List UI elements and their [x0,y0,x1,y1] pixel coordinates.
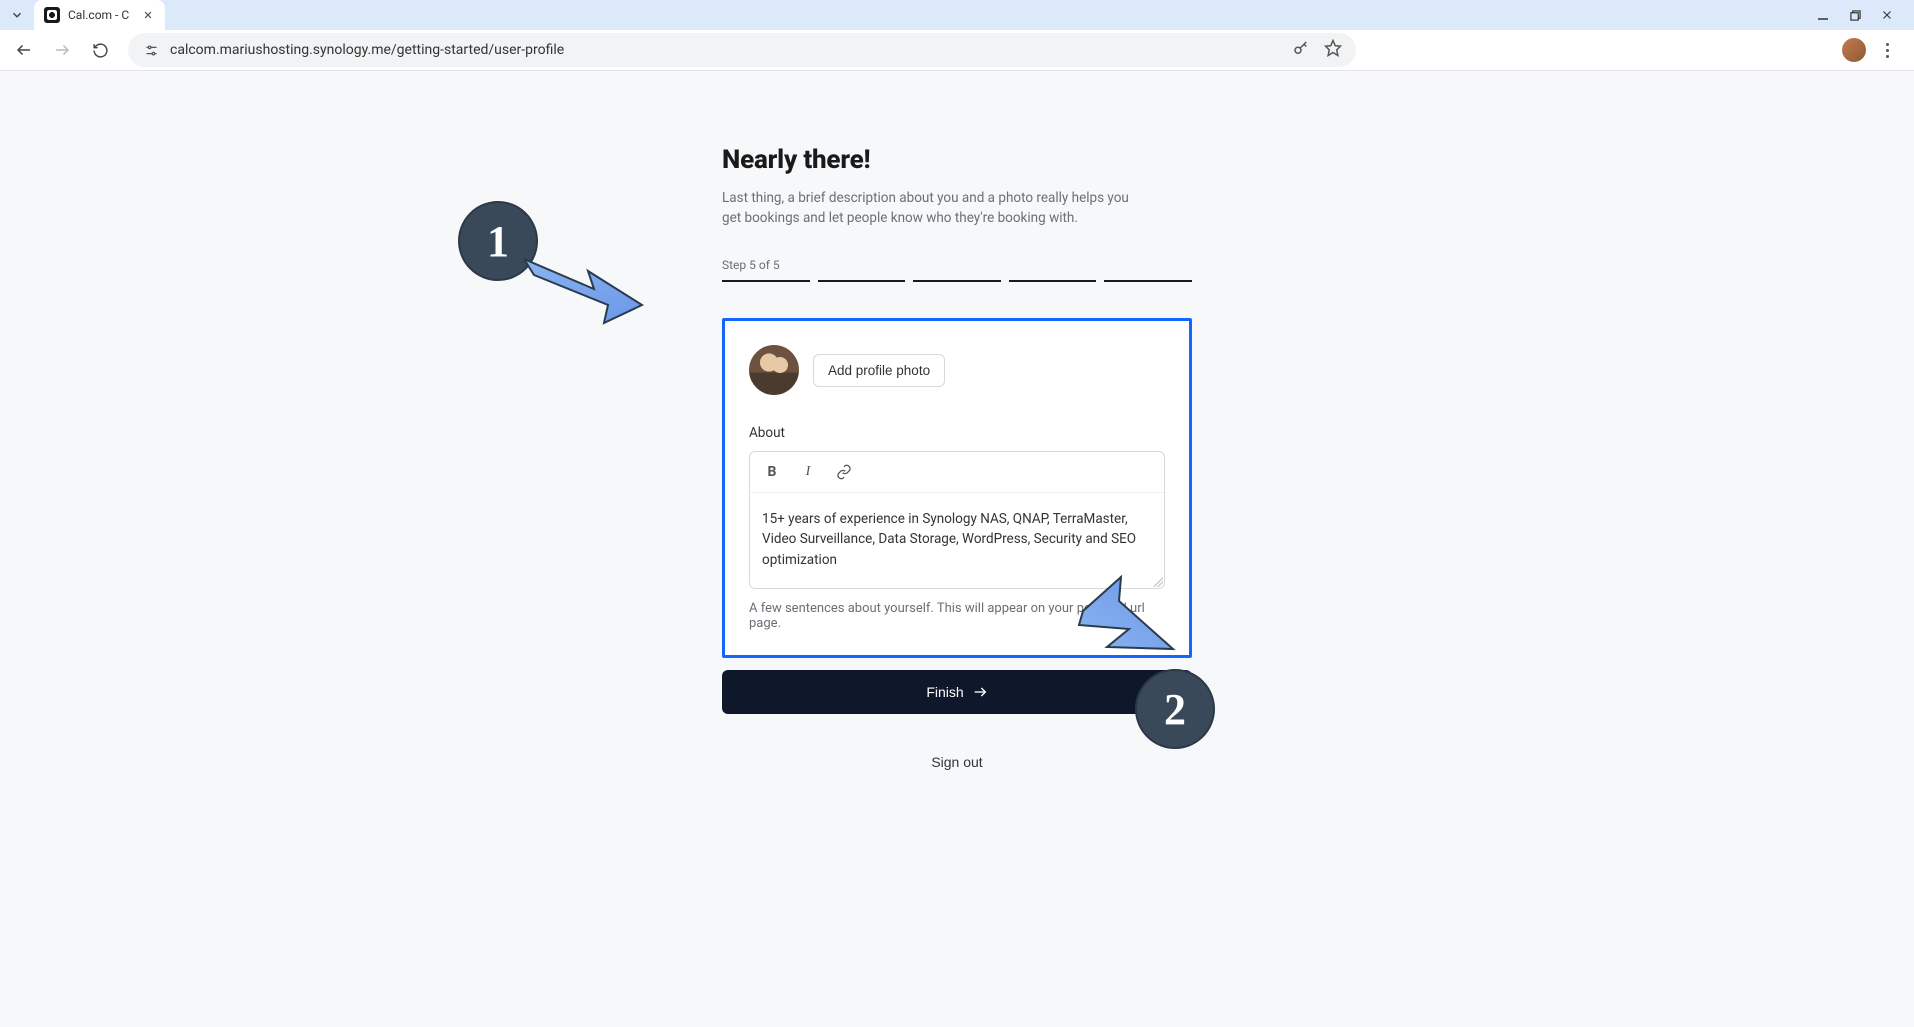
profile-avatar-icon[interactable] [1842,38,1866,62]
profile-form-card: Add profile photo About B I 15+ years of… [722,318,1192,658]
tabs-dropdown-icon[interactable] [4,2,30,28]
link-icon[interactable] [834,462,854,482]
reload-button[interactable] [84,34,116,66]
browser-toolbar: calcom.mariushosting.synology.me/getting… [0,30,1914,70]
browser-menu-icon[interactable] [1878,41,1896,59]
tab-close-icon[interactable] [141,8,155,22]
annotation-step-1: 1 [458,201,538,281]
page-subtitle: Last thing, a brief description about yo… [722,189,1142,228]
site-settings-icon[interactable] [142,41,160,59]
avatar[interactable] [749,345,799,395]
browser-tab[interactable]: Cal.com - C [34,0,165,30]
page-content: Nearly there! Last thing, a brief descri… [0,71,1914,1027]
url-text: calcom.mariushosting.synology.me/getting… [170,42,564,58]
about-editor: B I 15+ years of experience in Synology … [749,451,1165,589]
titlebar-left: Cal.com - C [4,0,165,30]
photo-row: Add profile photo [749,345,1165,395]
maximize-icon[interactable] [1848,8,1862,22]
close-window-icon[interactable] [1880,8,1894,22]
tab-title: Cal.com - C [68,8,129,22]
about-label: About [749,425,1165,441]
resize-handle-icon[interactable] [1153,577,1163,587]
window-titlebar: Cal.com - C [0,0,1914,30]
progress-seg [1009,280,1097,282]
italic-icon[interactable]: I [798,462,818,482]
onboarding-wizard: Nearly there! Last thing, a brief descri… [722,71,1192,771]
sign-out-link[interactable]: Sign out [722,754,1192,770]
about-textarea[interactable]: 15+ years of experience in Synology NAS,… [750,493,1164,588]
page-title: Nearly there! [722,145,1192,175]
finish-button[interactable]: Finish [722,670,1192,714]
bold-icon[interactable]: B [762,462,782,482]
editor-toolbar: B I [750,452,1164,493]
password-key-icon[interactable] [1292,39,1310,61]
finish-button-label: Finish [926,684,963,700]
step-indicator-label: Step 5 of 5 [722,258,1192,272]
annotation-circle: 1 [458,201,538,281]
bookmark-star-icon[interactable] [1324,39,1342,61]
progress-seg [1104,280,1192,282]
arrow-right-icon [972,684,988,700]
forward-button[interactable] [46,34,78,66]
progress-indicator [722,280,1192,282]
back-button[interactable] [8,34,40,66]
address-bar[interactable]: calcom.mariushosting.synology.me/getting… [128,33,1356,67]
toolbar-right [1842,38,1906,62]
annotation-arrow-icon [524,253,654,333]
add-profile-photo-button[interactable]: Add profile photo [813,354,945,387]
window-controls [1816,8,1910,22]
about-helper-text: A few sentences about yourself. This wil… [749,601,1165,631]
progress-seg [818,280,906,282]
progress-seg [913,280,1001,282]
tab-favicon [44,7,60,23]
progress-seg [722,280,810,282]
addressbar-trail [1292,39,1342,61]
minimize-icon[interactable] [1816,8,1830,22]
